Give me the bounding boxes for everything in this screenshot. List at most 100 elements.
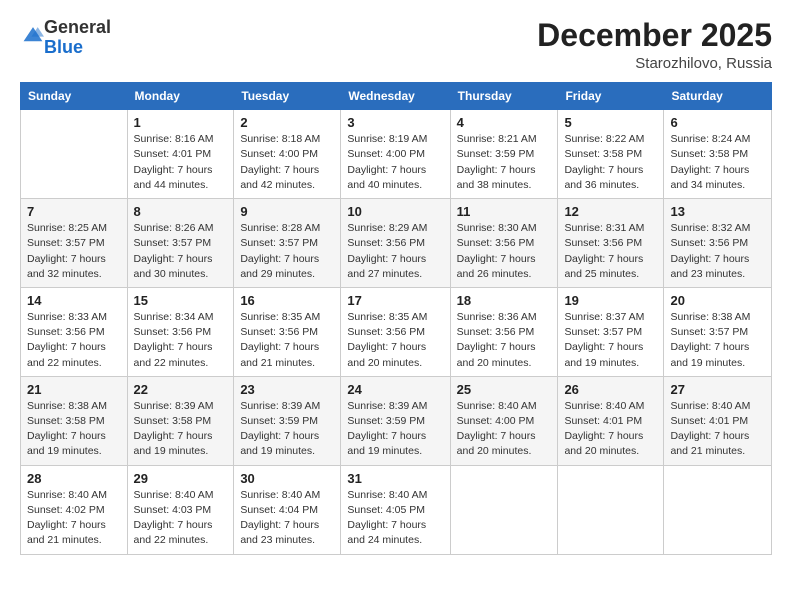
- logo-general-text: General: [44, 17, 111, 37]
- col-saturday: Saturday: [664, 83, 772, 110]
- calendar-week-1: 1 Sunrise: 8:16 AM Sunset: 4:01 PM Daylig…: [21, 110, 772, 199]
- table-row: 18Sunrise: 8:36 AM Sunset: 3:56 PM Dayli…: [450, 287, 558, 376]
- table-row: 15Sunrise: 8:34 AM Sunset: 3:56 PM Dayli…: [127, 287, 234, 376]
- day-info: Sunrise: 8:28 AM Sunset: 3:57 PM Dayligh…: [240, 221, 334, 282]
- col-wednesday: Wednesday: [341, 83, 450, 110]
- day-number: 3: [347, 115, 443, 130]
- day-info: Sunrise: 8:30 AM Sunset: 3:56 PM Dayligh…: [457, 221, 552, 282]
- table-row: 20 Sunrise: 8:38 AM Sunset: 3:57 PM Dayli…: [664, 287, 772, 376]
- table-row: 17 Sunrise: 8:35 AM Sunset: 3:56 PM Dayli…: [341, 287, 450, 376]
- day-number: 2: [240, 115, 334, 130]
- day-number: 9: [240, 204, 334, 219]
- page: General Blue December 2025 Starozhilovo,…: [0, 0, 792, 612]
- day-number: 24: [347, 382, 443, 397]
- day-info: Sunrise: 8:40 AM Sunset: 4:02 PM Dayligh…: [27, 488, 121, 549]
- day-number: 15: [134, 293, 228, 308]
- day-info: Sunrise: 8:31 AM Sunset: 3:56 PM Dayligh…: [564, 221, 657, 282]
- table-row: 14 Sunrise: 8:33 AM Sunset: 3:56 PM Dayli…: [21, 287, 128, 376]
- table-row: 22 Sunrise: 8:39 AM Sunset: 3:58 PM Dayli…: [127, 376, 234, 465]
- day-number: 25: [457, 382, 552, 397]
- table-row: 12 Sunrise: 8:31 AM Sunset: 3:56 PM Dayli…: [558, 199, 664, 288]
- day-number: 7: [27, 204, 121, 219]
- day-number: 14: [27, 293, 121, 308]
- table-row: 10Sunrise: 8:29 AM Sunset: 3:56 PM Dayli…: [341, 199, 450, 288]
- day-info: Sunrise: 8:22 AM Sunset: 3:58 PM Dayligh…: [564, 132, 657, 193]
- day-info: Sunrise: 8:25 AM Sunset: 3:57 PM Dayligh…: [27, 221, 121, 282]
- col-tuesday: Tuesday: [234, 83, 341, 110]
- day-number: 17: [347, 293, 443, 308]
- day-info: Sunrise: 8:36 AM Sunset: 3:56 PM Dayligh…: [457, 310, 552, 371]
- table-row: [664, 465, 772, 554]
- day-number: 29: [134, 471, 228, 486]
- day-number: 16: [240, 293, 334, 308]
- table-row: [21, 110, 128, 199]
- day-info: Sunrise: 8:39 AM Sunset: 3:59 PM Dayligh…: [240, 399, 334, 460]
- day-number: 23: [240, 382, 334, 397]
- col-sunday: Sunday: [21, 83, 128, 110]
- table-row: 27Sunrise: 8:40 AM Sunset: 4:01 PM Dayli…: [664, 376, 772, 465]
- day-info: Sunrise: 8:24 AM Sunset: 3:58 PM Dayligh…: [670, 132, 765, 193]
- table-row: 29 Sunrise: 8:40 AM Sunset: 4:03 PM Dayli…: [127, 465, 234, 554]
- col-friday: Friday: [558, 83, 664, 110]
- day-info: Sunrise: 8:38 AM Sunset: 3:57 PM Dayligh…: [670, 310, 765, 371]
- table-row: [450, 465, 558, 554]
- day-info: Sunrise: 8:32 AM Sunset: 3:56 PM Dayligh…: [670, 221, 765, 282]
- table-row: 5 Sunrise: 8:22 AM Sunset: 3:58 PM Daylig…: [558, 110, 664, 199]
- title-block: December 2025 Starozhilovo, Russia: [537, 18, 772, 72]
- day-number: 28: [27, 471, 121, 486]
- day-info: Sunrise: 8:16 AM Sunset: 4:01 PM Dayligh…: [134, 132, 228, 193]
- table-row: 2 Sunrise: 8:18 AM Sunset: 4:00 PM Daylig…: [234, 110, 341, 199]
- location: Starozhilovo, Russia: [537, 55, 772, 72]
- table-row: 7 Sunrise: 8:25 AM Sunset: 3:57 PM Daylig…: [21, 199, 128, 288]
- month-year: December 2025: [537, 18, 772, 53]
- calendar-week-3: 14 Sunrise: 8:33 AM Sunset: 3:56 PM Dayli…: [21, 287, 772, 376]
- day-number: 12: [564, 204, 657, 219]
- day-info: Sunrise: 8:40 AM Sunset: 4:03 PM Dayligh…: [134, 488, 228, 549]
- day-info: Sunrise: 8:26 AM Sunset: 3:57 PM Dayligh…: [134, 221, 228, 282]
- day-number: 22: [134, 382, 228, 397]
- day-number: 8: [134, 204, 228, 219]
- day-info: Sunrise: 8:38 AM Sunset: 3:58 PM Dayligh…: [27, 399, 121, 460]
- day-info: Sunrise: 8:18 AM Sunset: 4:00 PM Dayligh…: [240, 132, 334, 193]
- day-number: 30: [240, 471, 334, 486]
- day-number: 13: [670, 204, 765, 219]
- col-thursday: Thursday: [450, 83, 558, 110]
- table-row: 11 Sunrise: 8:30 AM Sunset: 3:56 PM Dayli…: [450, 199, 558, 288]
- table-row: 4Sunrise: 8:21 AM Sunset: 3:59 PM Daylig…: [450, 110, 558, 199]
- col-monday: Monday: [127, 83, 234, 110]
- table-row: 16Sunrise: 8:35 AM Sunset: 3:56 PM Dayli…: [234, 287, 341, 376]
- day-info: Sunrise: 8:33 AM Sunset: 3:56 PM Dayligh…: [27, 310, 121, 371]
- table-row: 6 Sunrise: 8:24 AM Sunset: 3:58 PM Daylig…: [664, 110, 772, 199]
- day-number: 6: [670, 115, 765, 130]
- calendar-header-row: Sunday Monday Tuesday Wednesday Thursday…: [21, 83, 772, 110]
- header: General Blue December 2025 Starozhilovo,…: [20, 18, 772, 72]
- table-row: 25Sunrise: 8:40 AM Sunset: 4:00 PM Dayli…: [450, 376, 558, 465]
- table-row: 28 Sunrise: 8:40 AM Sunset: 4:02 PM Dayli…: [21, 465, 128, 554]
- day-info: Sunrise: 8:40 AM Sunset: 4:04 PM Dayligh…: [240, 488, 334, 549]
- logo-blue-text: Blue: [44, 37, 83, 57]
- table-row: 30 Sunrise: 8:40 AM Sunset: 4:04 PM Dayli…: [234, 465, 341, 554]
- day-info: Sunrise: 8:35 AM Sunset: 3:56 PM Dayligh…: [347, 310, 443, 371]
- day-number: 27: [670, 382, 765, 397]
- day-number: 1: [134, 115, 228, 130]
- calendar-week-5: 28 Sunrise: 8:40 AM Sunset: 4:02 PM Dayli…: [21, 465, 772, 554]
- logo-icon: [22, 24, 44, 46]
- day-number: 20: [670, 293, 765, 308]
- logo: General Blue: [20, 18, 111, 58]
- table-row: 24Sunrise: 8:39 AM Sunset: 3:59 PM Dayli…: [341, 376, 450, 465]
- calendar-table: Sunday Monday Tuesday Wednesday Thursday…: [20, 82, 772, 554]
- table-row: 13 Sunrise: 8:32 AM Sunset: 3:56 PM Dayli…: [664, 199, 772, 288]
- day-number: 26: [564, 382, 657, 397]
- calendar-week-2: 7 Sunrise: 8:25 AM Sunset: 3:57 PM Daylig…: [21, 199, 772, 288]
- day-number: 21: [27, 382, 121, 397]
- day-info: Sunrise: 8:29 AM Sunset: 3:56 PM Dayligh…: [347, 221, 443, 282]
- table-row: [558, 465, 664, 554]
- calendar-week-4: 21 Sunrise: 8:38 AM Sunset: 3:58 PM Dayli…: [21, 376, 772, 465]
- day-info: Sunrise: 8:39 AM Sunset: 3:58 PM Dayligh…: [134, 399, 228, 460]
- day-number: 5: [564, 115, 657, 130]
- table-row: 21 Sunrise: 8:38 AM Sunset: 3:58 PM Dayli…: [21, 376, 128, 465]
- table-row: 8 Sunrise: 8:26 AM Sunset: 3:57 PM Daylig…: [127, 199, 234, 288]
- day-info: Sunrise: 8:40 AM Sunset: 4:05 PM Dayligh…: [347, 488, 443, 549]
- day-info: Sunrise: 8:40 AM Sunset: 4:01 PM Dayligh…: [564, 399, 657, 460]
- day-number: 11: [457, 204, 552, 219]
